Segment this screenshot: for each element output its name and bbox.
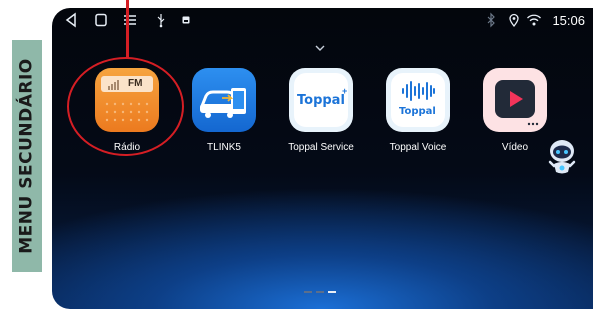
toppal-voice-wordmark: Toppal	[399, 106, 436, 117]
annotation-label: MENU SECUNDÁRIO	[17, 58, 38, 254]
location-icon	[508, 12, 520, 28]
toppal-voice-icon: Toppal	[386, 68, 450, 132]
toppal-service-wordmark: Toppal	[297, 93, 345, 108]
annotation-band: MENU SECUNDÁRIO	[12, 40, 42, 272]
back-icon[interactable]	[64, 12, 78, 28]
app-label-toppal-service: Toppal Service	[288, 142, 354, 153]
callout-pointer-line	[126, 0, 129, 58]
plus-icon: +	[342, 86, 348, 96]
clock: 15:06	[552, 13, 585, 28]
head-unit-screen: 15:06 FM Rádio TLINK5 Toppal + Toppal Se…	[52, 8, 593, 309]
toppal-service-icon: Toppal +	[289, 68, 353, 132]
bluetooth-icon	[486, 12, 496, 28]
app-label-tlink5: TLINK5	[207, 142, 241, 153]
status-bar: 15:06	[52, 8, 593, 34]
callout-highlight-circle	[67, 57, 184, 156]
voice-assistant-robot-icon[interactable]	[547, 138, 577, 178]
app-toppal-service[interactable]: Toppal + Toppal Service	[273, 68, 369, 153]
app-tlink5[interactable]: TLINK5	[176, 68, 272, 153]
app-label-toppal-voice: Toppal Voice	[389, 142, 447, 153]
page-dot-active[interactable]	[328, 291, 336, 293]
page-indicator	[304, 291, 336, 293]
tlink5-icon	[192, 68, 256, 132]
usb-icon	[156, 12, 166, 28]
page-dot[interactable]	[304, 291, 312, 293]
home-icon[interactable]	[94, 12, 108, 28]
video-icon	[483, 68, 547, 132]
wifi-icon	[526, 12, 542, 28]
media-icon	[181, 12, 191, 28]
app-toppal-voice[interactable]: Toppal Toppal Voice	[370, 68, 466, 153]
page-dot[interactable]	[316, 291, 324, 293]
chevron-down-icon[interactable]	[312, 40, 328, 51]
